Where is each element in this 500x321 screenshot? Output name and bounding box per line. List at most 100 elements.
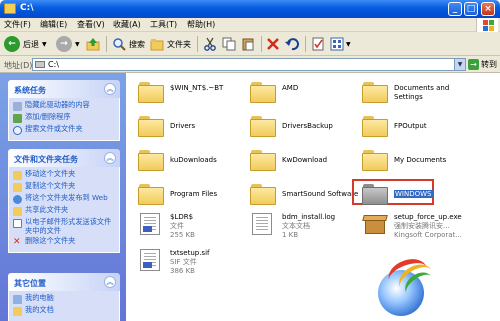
folder-item[interactable]: Drivers [138,115,195,137]
chevron-down-icon: ▼ [75,40,80,48]
paste-icon [242,38,254,51]
forward-arrow-icon: → [56,36,72,52]
title-bar[interactable]: C:\ _ □ × [0,0,500,18]
web-globe-icon [13,195,22,204]
folders-button[interactable]: 文件夹 [150,35,191,53]
properties-icon [312,37,324,51]
computer-icon [13,295,22,304]
collapse-chevron-icon[interactable]: ︽ [104,152,116,164]
back-button[interactable]: ← 后退 ▼ [4,35,47,53]
task-search-files[interactable]: 搜索文件或文件夹 [13,124,115,135]
menu-file[interactable]: 文件(F) [4,19,31,30]
folder-item[interactable]: AMD [250,81,298,103]
views-button[interactable]: ▼ [330,35,351,53]
task-add-remove-programs[interactable]: 添加/删除程序 [13,112,115,123]
task-delete-folder[interactable]: ✕ 删除这个文件夹 [13,236,115,247]
menu-favorites[interactable]: 收藏(A) [113,19,141,30]
folder-icon [138,183,164,205]
folder-icon [362,149,388,171]
maximize-button[interactable]: □ [464,2,478,16]
menu-tools[interactable]: 工具(T) [150,19,177,30]
file-tasks-header[interactable]: 文件和文件夹任务 ︽ [8,149,120,167]
menu-bar: 文件(F) 编辑(E) 查看(V) 收藏(A) 工具(T) 帮助(H) [0,18,500,32]
documents-folder-icon [13,307,22,316]
file-item[interactable]: $LDR$ 文件 255 KB [140,213,195,240]
folder-icon [250,81,276,103]
cut-button[interactable] [203,35,217,53]
address-input[interactable]: C:\ ▼ [32,58,466,71]
task-copy-folder[interactable]: 复制这个文件夹 [13,181,115,192]
scissors-icon [204,37,216,51]
task-hide-drive[interactable]: 隐藏此驱动器的内容 [13,100,115,111]
task-publish-web[interactable]: 将这个文件夹发布到 Web [13,193,115,204]
menu-edit[interactable]: 编辑(E) [40,19,67,30]
folder-item-selected[interactable]: WINDOWS [362,183,433,205]
forward-button[interactable]: → ▼ [56,35,80,53]
email-icon [13,219,22,228]
file-icon [140,249,160,271]
file-item[interactable]: txtsetup.sif SIF 文件 386 KB [140,249,210,276]
folder-icon [362,115,388,137]
copy-folder-icon [13,183,22,192]
folder-item[interactable]: My Documents [362,149,446,171]
folder-icon [138,81,164,103]
menu-view[interactable]: 查看(V) [77,19,105,30]
search-icon [13,126,22,135]
file-item[interactable]: setup_force_up.exe 强制安装腾讯安... Kingsoft C… [362,213,462,240]
search-icon [113,38,126,51]
copy-button[interactable] [222,35,236,53]
folder-item[interactable]: kuDownloads [138,149,217,171]
folder-item[interactable]: Program Files [138,183,217,205]
paste-button[interactable] [241,35,255,53]
toolbar: ← 后退 ▼ → ▼ 搜索 文件夹 ▼ [0,32,500,56]
task-email-files[interactable]: 以电子邮件形式发送该文件夹中的文件 [13,217,115,235]
file-icon [140,213,160,235]
folder-icon [250,149,276,171]
undo-button[interactable] [285,35,299,53]
undo-icon [285,38,299,51]
delete-x-icon [267,38,279,50]
folder-item[interactable]: DriversBackup [250,115,333,137]
other-places-header[interactable]: 其它位置 ︽ [8,273,120,291]
collapse-chevron-icon[interactable]: ︽ [104,276,116,288]
folder-icon [250,183,276,205]
delete-button[interactable] [266,35,280,53]
folder-item[interactable]: $WIN_NT$.~BT [138,81,223,103]
window-title: C:\ [20,3,34,13]
folder-item[interactable]: Documents and Settings [362,81,454,103]
folder-item[interactable]: SmartSound Software [250,183,358,205]
place-my-documents[interactable]: 我的文档 [13,305,115,316]
folder-icon [138,149,164,171]
drive-icon [35,61,45,68]
windows-logo-icon [476,18,498,32]
system-tasks-header[interactable]: 系统任务 ︽ [8,80,120,98]
file-tasks-panel: 文件和文件夹任务 ︽ 移动这个文件夹 复制这个文件夹 将这个文件夹发布到 Web… [8,149,120,253]
collapse-chevron-icon[interactable]: ︽ [104,83,116,95]
place-my-computer[interactable]: 我的电脑 [13,293,115,304]
system-tasks-panel: 系统任务 ︽ 隐藏此驱动器的内容 添加/删除程序 搜索文件或文件夹 [8,80,120,141]
drive-icon [13,102,22,111]
copy-icon [222,37,236,51]
go-button[interactable]: → 转到 [468,58,498,71]
views-icon [330,37,344,51]
menu-help[interactable]: 帮助(H) [187,19,215,30]
search-button[interactable]: 搜索 [112,35,145,53]
programs-icon [13,114,22,123]
folder-icon [250,115,276,137]
minimize-button[interactable]: _ [448,2,462,16]
address-dropdown-button[interactable]: ▼ [454,59,465,70]
close-button[interactable]: × [481,2,495,16]
folder-icon [138,115,164,137]
up-button[interactable] [86,35,100,53]
other-places-panel: 其它位置 ︽ 我的电脑 我的文档 [8,273,120,321]
properties-button[interactable] [311,35,325,53]
file-item[interactable]: bdm_install.log 文本文档 1 KB [252,213,335,240]
folder-item[interactable]: FPOutput [362,115,427,137]
folder-item[interactable]: KwDownload [250,149,327,171]
share-folder-icon [13,207,22,216]
task-move-folder[interactable]: 移动这个文件夹 [13,169,115,180]
task-share-folder[interactable]: 共享此文件夹 [13,205,115,216]
text-document-icon [252,213,272,235]
folder-icon [4,3,16,14]
chevron-down-icon: ▼ [42,40,47,48]
